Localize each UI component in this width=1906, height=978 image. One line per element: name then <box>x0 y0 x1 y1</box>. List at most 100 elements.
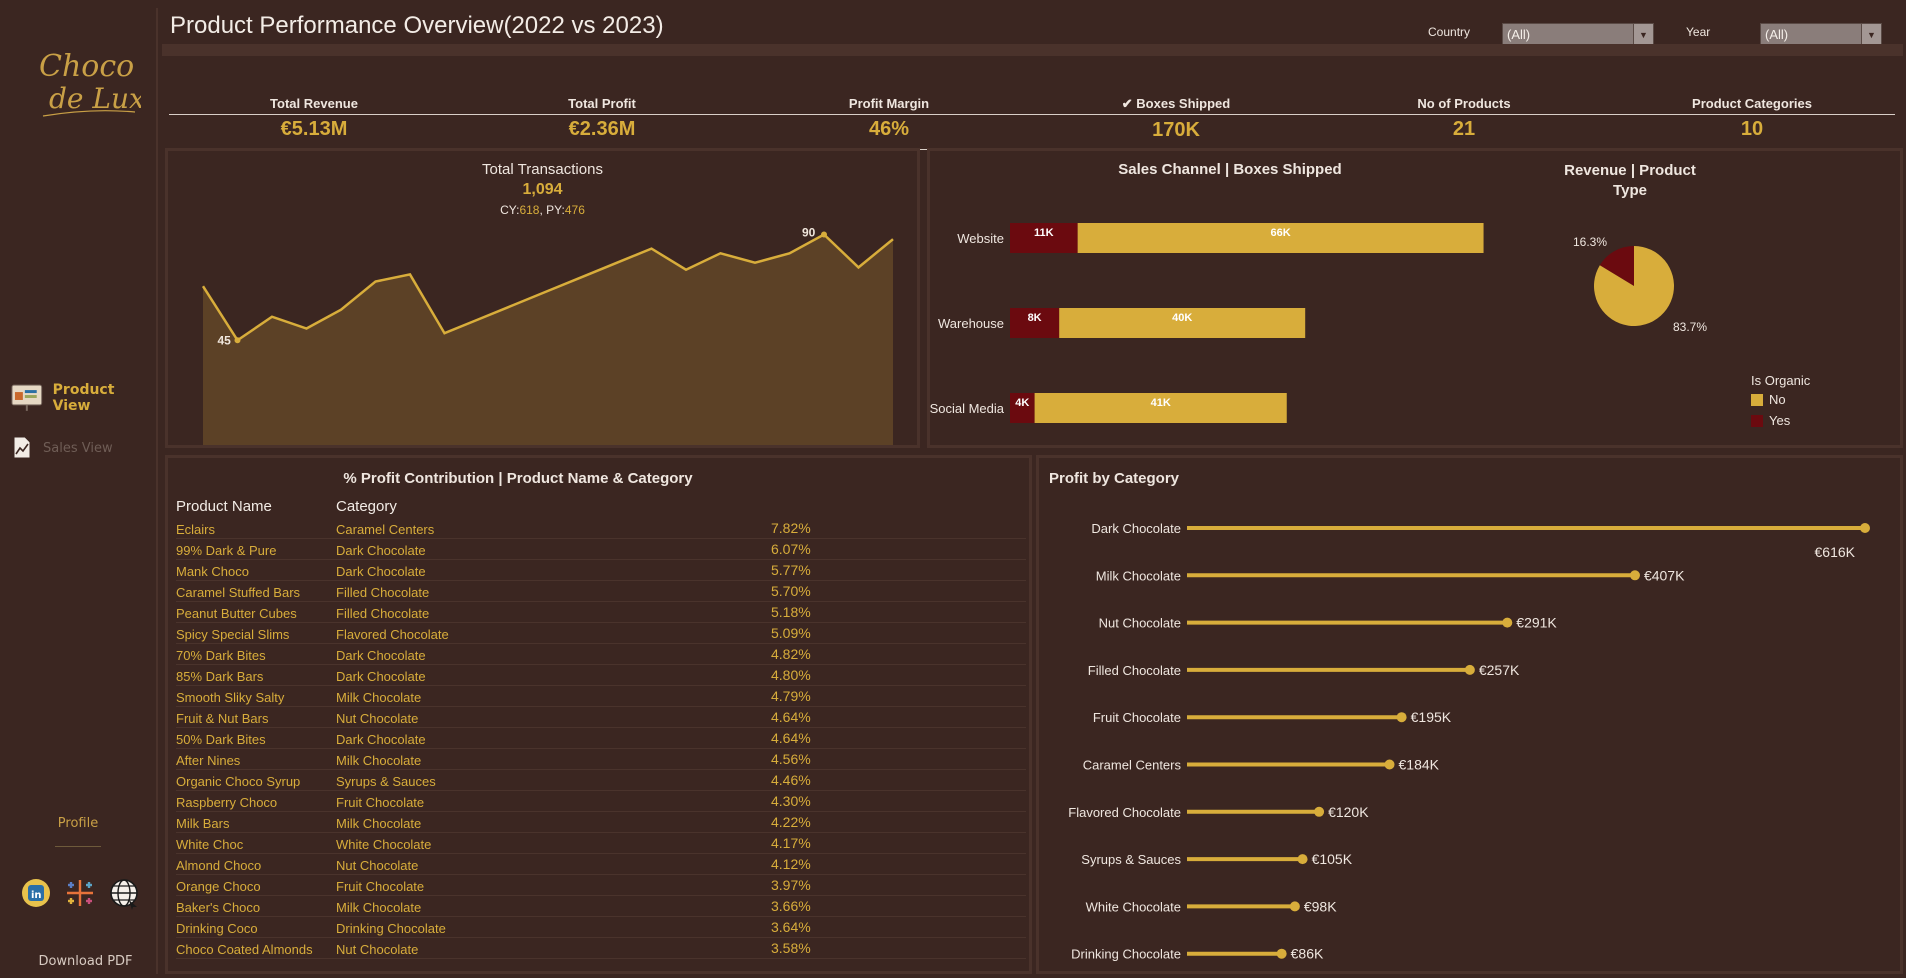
category-cell: Dark Chocolate <box>336 543 426 558</box>
category-cell: Caramel Centers <box>336 522 435 537</box>
category-cell: Milk Chocolate <box>336 900 422 915</box>
lollipop-head <box>1314 806 1325 817</box>
value-label: €257K <box>1479 662 1520 678</box>
profit-pct-cell: 5.09% <box>771 625 811 641</box>
product-name-cell: After Nines <box>176 753 241 768</box>
kpi-profit-margin: Profit Margin 46% <box>789 96 989 141</box>
kpi-total-profit: Total Profit €2.36M <box>502 96 702 141</box>
chevron-down-icon[interactable]: ▼ <box>1861 24 1881 46</box>
profile-divider <box>55 846 101 847</box>
revenue-pie-chart: 16.3% 83.7% <box>1573 235 1707 334</box>
profit-contribution-title: % Profit Contribution | Product Name & C… <box>343 470 693 487</box>
table-row: Smooth Sliky Salty Milk Chocolate 4.79% <box>176 686 1026 707</box>
lollipop-head <box>1860 523 1870 533</box>
dashboard-main: Product Performance Overview(2022 vs 202… <box>162 8 1903 974</box>
table-row: Orange Choco Fruit Chocolate 3.97% <box>176 875 1026 896</box>
kpi-label: Total Profit <box>568 96 636 111</box>
category-cell: Nut Chocolate <box>336 942 419 957</box>
kpi-divider-top <box>169 114 1895 115</box>
table-row: Drinking Coco Drinking Chocolate 3.64% <box>176 917 1026 938</box>
profit-pct-cell: 6.07% <box>771 541 811 557</box>
category-label: Fruit Chocolate <box>1093 710 1181 725</box>
kpi-value: 10 <box>1740 118 1764 140</box>
category-cell: Dark Chocolate <box>336 732 426 747</box>
table-row: 85% Dark Bars Dark Chocolate 4.80% <box>176 665 1026 686</box>
value-label: €98K <box>1304 898 1337 914</box>
category-cell: Milk Chocolate <box>336 816 422 831</box>
table-row: Raspberry Choco Fruit Chocolate 4.30% <box>176 791 1026 812</box>
profit-pct-cell: 4.17% <box>771 835 811 851</box>
legend-title: Is Organic <box>1751 373 1811 388</box>
year-filter-label: Year <box>1686 25 1711 39</box>
nav-sales-view[interactable]: Sales View <box>11 436 113 460</box>
value-label: €407K <box>1644 567 1685 583</box>
profit-pct-cell: 3.66% <box>771 898 811 914</box>
kpi-value: 170K <box>1152 119 1200 141</box>
sales-channel-panel: Sales Channel | Boxes Shipped Website 11K… <box>927 148 1903 448</box>
category-cell: Milk Chocolate <box>336 690 422 705</box>
kpi-value: 21 <box>1452 118 1476 140</box>
table-row: White Choc White Chocolate 4.17% <box>176 833 1026 854</box>
profit-pct-cell: 3.64% <box>771 919 811 935</box>
country-select-value: (All) <box>1507 27 1531 42</box>
legend-swatch-no <box>1751 393 1763 406</box>
category-cell: Nut Chocolate <box>336 711 419 726</box>
profit-pct-cell: 4.46% <box>771 772 811 788</box>
globe-icon[interactable] <box>107 876 141 910</box>
transactions-area-fill <box>203 234 893 445</box>
value-label: €120K <box>1328 804 1369 820</box>
linkedin-icon[interactable]: in <box>19 876 53 910</box>
kpi-label: ✔ Boxes Shipped <box>1121 96 1231 111</box>
product-name-cell: Fruit & Nut Bars <box>176 711 269 726</box>
lollipop-head <box>1629 570 1640 581</box>
sales-channel-bar-chart: Website 11K 66K Warehouse 8K 40K Social Media 4… <box>930 223 1484 423</box>
presentation-icon <box>11 384 43 411</box>
profit-pct-cell: 4.80% <box>771 667 811 683</box>
category-cell: Fruit Chocolate <box>336 879 425 894</box>
lollipop-head <box>1396 712 1407 723</box>
kpi-row: Total Revenue €5.13M Total Profit €2.36M… <box>162 58 1903 154</box>
kpi-value: 46% <box>868 118 910 140</box>
transactions-panel: Total Transactions 1,094 CY:618, PY:476 … <box>165 148 920 448</box>
table-row: 99% Dark & Pure Dark Chocolate 6.07% <box>176 539 1026 560</box>
nav-product-view-label: Product View <box>52 382 115 414</box>
profit-by-category-chart: Dark Chocolate €616K Milk Chocolate €407K Nu… <box>1068 521 1870 962</box>
column-header-category: Category <box>336 498 397 515</box>
category-label: Syrups & Sauces <box>1081 852 1181 867</box>
profit-pct-cell: 4.82% <box>771 646 811 662</box>
revenue-product-type-title: Revenue | Product Type <box>1564 162 1696 199</box>
product-name-cell: Raspberry Choco <box>176 795 278 810</box>
bar-label-yes: 4K <box>1015 397 1029 409</box>
column-header-product: Product Name <box>176 498 272 515</box>
category-label: Nut Chocolate <box>1099 616 1181 631</box>
kpi-label: No of Products <box>1417 96 1511 111</box>
header-divider <box>162 44 1903 56</box>
product-name-cell: Orange Choco <box>176 879 261 894</box>
chevron-down-icon[interactable]: ▼ <box>1633 24 1653 46</box>
table-row: Peanut Butter Cubes Filled Chocolate 5.18% <box>176 602 1026 623</box>
category-label: Filled Chocolate <box>1088 663 1181 678</box>
kpi-label: Total Revenue <box>270 96 358 111</box>
min-label: 45 <box>218 333 232 347</box>
kpi-total-revenue: Total Revenue €5.13M <box>214 96 414 141</box>
value-label: €616K <box>1815 544 1856 560</box>
nav-sales-view-label: Sales View <box>43 440 113 456</box>
kpi-no-of-products: No of Products 21 <box>1364 96 1564 141</box>
nav-product-view[interactable]: Product View <box>11 382 156 414</box>
value-label: €291K <box>1516 615 1557 631</box>
table-row: Eclairs Caramel Centers 7.82% <box>176 518 1026 539</box>
svg-text:in: in <box>31 890 42 901</box>
bar-label-no: 41K <box>1151 397 1171 409</box>
profile-label: Profile <box>57 816 99 831</box>
table-row: Fruit & Nut Bars Nut Chocolate 4.64% <box>176 707 1026 728</box>
profit-by-category-panel: Profit by Category Dark Chocolate €616K Mi… <box>1036 455 1903 974</box>
kpi-value: €5.13M <box>280 118 348 140</box>
download-pdf-button[interactable]: Download PDF <box>3 954 168 969</box>
tableau-icon[interactable] <box>63 876 97 910</box>
lollipop-head <box>1502 617 1513 628</box>
profit-pct-cell: 4.22% <box>771 814 811 830</box>
table-row: Spicy Special Slims Flavored Chocolate 5.0… <box>176 623 1026 644</box>
pie-label-no: 83.7% <box>1673 320 1707 334</box>
sidebar: Choco de Luxe Product View Sales View Pr… <box>3 8 158 974</box>
kpi-product-categories: Product Categories 10 <box>1652 96 1852 141</box>
